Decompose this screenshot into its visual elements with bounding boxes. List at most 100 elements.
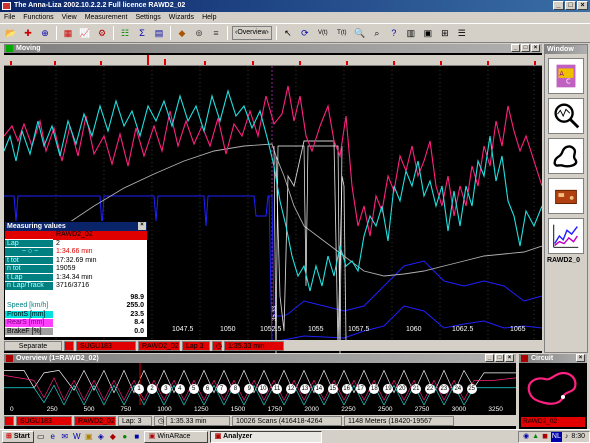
table-icon[interactable]: ☷ <box>118 26 132 40</box>
measure-row: n tot 19059 <box>5 265 147 274</box>
taskbar-item-winarace[interactable]: ▣ WinARace <box>143 430 208 443</box>
sigma-icon[interactable]: Σ <box>135 26 149 40</box>
menu-measurement[interactable]: Measurement <box>85 12 128 23</box>
lap-marker[interactable]: 4 <box>174 384 185 394</box>
lap-marker[interactable]: 9 <box>244 384 255 394</box>
lap-marker[interactable]: 3 <box>160 384 171 394</box>
settings-icon[interactable]: ⚙ <box>95 26 109 40</box>
close-button[interactable]: × <box>577 1 588 10</box>
volume-icon[interactable]: ♪ <box>565 432 569 442</box>
lap-marker-strip[interactable] <box>4 55 542 66</box>
moving-minimize-button[interactable]: _ <box>511 44 520 52</box>
compare-icon[interactable]: ◆ <box>175 26 189 40</box>
lap-marker[interactable]: 24 <box>452 384 463 394</box>
app-quick-icon[interactable]: ■ <box>132 432 142 442</box>
tray-icon[interactable]: ◉ <box>523 432 529 442</box>
lap-marker[interactable]: 23 <box>438 384 449 394</box>
maximize-button[interactable]: □ <box>565 1 576 10</box>
lap-marker[interactable]: 10 <box>258 384 269 394</box>
folder-icon[interactable]: ▣ <box>84 432 94 442</box>
measuring-close-button[interactable]: × <box>138 222 146 230</box>
crosshair-icon[interactable]: ✚ <box>21 26 35 40</box>
menu-help[interactable]: Help <box>202 12 216 23</box>
app-quick-icon[interactable]: ◆ <box>108 432 118 442</box>
minimize-button[interactable]: _ <box>553 1 564 10</box>
taskbar-item-analyzer[interactable]: ▣ Analyzer <box>209 430 322 443</box>
help-icon[interactable]: ? <box>387 26 401 40</box>
lap-marker[interactable]: 5 <box>188 384 199 394</box>
moving-maximize-button[interactable]: □ <box>521 44 530 52</box>
ie-icon[interactable]: e <box>48 432 58 442</box>
tray-icon[interactable]: ◼ <box>542 432 548 442</box>
menu-settings[interactable]: Settings <box>135 12 160 23</box>
lines-icon[interactable]: ≡ <box>209 26 223 40</box>
recorder-icon[interactable] <box>548 178 584 214</box>
lap-marker[interactable]: 2 <box>147 384 157 394</box>
app-quick-icon[interactable]: ● <box>120 432 130 442</box>
anna-liza-icon[interactable]: A C <box>548 58 584 94</box>
measure-value: 3716/3716 <box>56 282 90 289</box>
measure-value: 1:34.66 min <box>56 248 93 255</box>
moving-close-button[interactable]: × <box>531 44 540 52</box>
lap-marker[interactable]: 12 <box>286 384 296 394</box>
zoom-icon[interactable]: ⊕ <box>38 26 52 40</box>
lap-marker[interactable]: 20 <box>397 384 408 394</box>
lap-marker[interactable]: 6 <box>202 384 213 394</box>
overview-maximize-button[interactable]: □ <box>495 354 504 362</box>
toolbar-separator <box>113 26 114 40</box>
open-icon[interactable]: 📂 <box>4 26 18 40</box>
lap-marker[interactable]: 13 <box>299 384 310 394</box>
explorer-icon[interactable]: ◈ <box>96 432 106 442</box>
lap-icon[interactable]: ⟳ <box>298 26 312 40</box>
search-icon[interactable]: 🔍 <box>353 26 367 40</box>
vt-button[interactable]: V(t) <box>315 26 331 40</box>
tray-icon[interactable]: ▲ <box>532 432 539 442</box>
record-icon[interactable]: ⊚ <box>192 26 206 40</box>
circuit-close-button[interactable]: × <box>576 354 585 362</box>
window-list-icon[interactable]: ☰ <box>455 26 469 40</box>
channel-row: 98.9 <box>5 293 147 302</box>
menu-view[interactable]: View <box>62 12 77 23</box>
chart-icon[interactable]: 📈 <box>78 26 92 40</box>
lap-marker[interactable]: 7 <box>216 384 227 394</box>
lap-marker[interactable]: 15 <box>327 384 338 394</box>
menu-file[interactable]: File <box>4 12 15 23</box>
outlook-icon[interactable]: ✉ <box>60 432 70 442</box>
circuit-titlebar: Circuit × <box>519 354 587 363</box>
menu-wizards[interactable]: Wizards <box>169 12 194 23</box>
grid-icon[interactable]: ▦ <box>61 26 75 40</box>
lap-marker[interactable]: 22 <box>425 384 435 394</box>
menu-functions[interactable]: Functions <box>23 12 53 23</box>
zoom-lens-icon[interactable] <box>548 98 584 134</box>
lap-marker[interactable]: 16 <box>341 384 352 394</box>
tt-button[interactable]: T(t) <box>334 26 350 40</box>
lap-marker[interactable]: 18 <box>369 384 380 394</box>
start-button[interactable]: ⊞ Start <box>2 430 34 443</box>
window-grid-icon[interactable]: ⊞ <box>438 26 452 40</box>
overview-close-button[interactable]: × <box>505 354 514 362</box>
lap-marker[interactable]: 21 <box>411 384 422 394</box>
lap-marker[interactable]: 19 <box>383 384 394 394</box>
signal-graph-icon[interactable] <box>548 218 584 254</box>
overview-minimize-button[interactable]: _ <box>485 354 494 362</box>
circuit-track-map[interactable] <box>519 363 587 415</box>
pointer-icon[interactable]: ↖ <box>281 26 295 40</box>
x-tick-label: 1065 <box>510 326 526 333</box>
lap-marker[interactable]: 17 <box>355 384 366 394</box>
desktop-icon[interactable]: ▭ <box>36 432 46 442</box>
window-tile-icon[interactable]: ▥ <box>404 26 418 40</box>
layers-icon[interactable]: ▤ <box>152 26 166 40</box>
lap-marker[interactable]: 25 <box>466 384 477 394</box>
lap-marker[interactable]: 14 <box>313 384 324 394</box>
overview-button[interactable]: ‹Overview› <box>232 26 272 40</box>
window-cascade-icon[interactable]: ▣ <box>421 26 435 40</box>
lap-marker[interactable]: 11 <box>272 384 283 394</box>
circuit-map-icon[interactable] <box>548 138 584 174</box>
lap-marker[interactable]: 8 <box>230 384 241 394</box>
word-icon[interactable]: W <box>72 432 82 442</box>
magnify-icon[interactable]: ⌕ <box>370 26 384 40</box>
separate-button[interactable]: Separate <box>4 340 62 351</box>
svg-text:C: C <box>566 78 571 86</box>
tray-language[interactable]: NL <box>550 431 562 442</box>
overview-x-tick-label: 3250 <box>488 406 503 413</box>
